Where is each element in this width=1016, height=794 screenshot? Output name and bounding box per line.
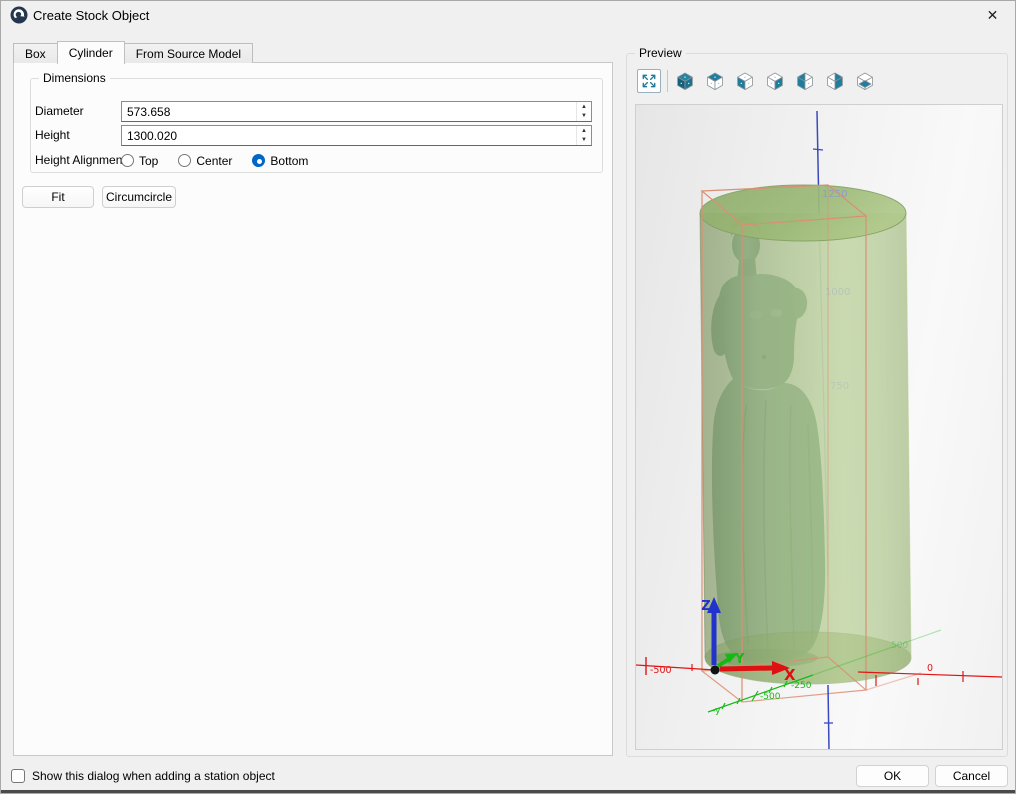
- spin-up-icon[interactable]: ▲: [577, 102, 591, 112]
- height-row: Height ▲ ▼: [31, 125, 602, 146]
- dimensions-groupbox: Dimensions Diameter ▲ ▼ Height ▲: [30, 78, 603, 173]
- alignment-top-radio[interactable]: Top: [121, 154, 158, 168]
- diameter-row: Diameter ▲ ▼: [31, 101, 602, 122]
- top-view-icon: [705, 71, 725, 91]
- z-neg-ruler: [824, 685, 833, 749]
- origin-point: [711, 666, 720, 675]
- show-dialog-label: Show this dialog when adding a station o…: [32, 769, 275, 783]
- cylinder-tab-page: Dimensions Diameter ▲ ▼ Height ▲: [13, 62, 613, 756]
- left-view-icon: [795, 71, 815, 91]
- diameter-input[interactable]: [121, 101, 592, 122]
- show-dialog-checkbox-row[interactable]: Show this dialog when adding a station o…: [11, 769, 275, 783]
- x-tick-neg500: -500: [650, 665, 672, 676]
- alignment-center-radio[interactable]: Center: [178, 154, 232, 168]
- preview-groupbox: Preview: [626, 53, 1008, 757]
- tab-bar: Box Cylinder From Source Model: [13, 41, 252, 63]
- front-view-button[interactable]: [735, 71, 755, 91]
- bottom-view-button[interactable]: [855, 71, 875, 91]
- tab-cylinder[interactable]: Cylinder: [57, 41, 125, 64]
- bottom-view-icon: [855, 71, 875, 91]
- tab-box[interactable]: Box: [13, 43, 58, 63]
- z-axis-label: Z: [701, 599, 710, 614]
- fit-view-icon: [640, 72, 658, 90]
- x-tick-0: 0: [927, 663, 933, 674]
- toolbar-separator: [667, 70, 668, 92]
- diameter-label: Diameter: [35, 104, 84, 118]
- title-bar: Create Stock Object ✕: [1, 1, 1015, 29]
- preview-legend: Preview: [635, 46, 686, 60]
- spin-down-icon[interactable]: ▼: [577, 112, 591, 122]
- height-input[interactable]: [121, 125, 592, 146]
- back-view-button[interactable]: [825, 71, 845, 91]
- height-label: Height: [35, 128, 70, 142]
- window-bottom-edge: [1, 790, 1015, 793]
- spin-down-icon[interactable]: ▼: [577, 136, 591, 146]
- fit-button[interactable]: Fit: [22, 186, 94, 208]
- height-alignment-row: Height Alignment Top Center Bottom: [31, 150, 602, 171]
- fit-view-button[interactable]: [637, 69, 661, 93]
- dimensions-legend: Dimensions: [39, 71, 110, 85]
- app-logo-icon: [10, 6, 28, 24]
- radio-circle-icon[interactable]: [121, 154, 134, 167]
- radio-circle-icon[interactable]: [178, 154, 191, 167]
- tab-from-source-model[interactable]: From Source Model: [124, 43, 253, 63]
- z-tick-1000: 1000: [825, 287, 850, 298]
- right-view-icon: [765, 71, 785, 91]
- y-tick-far-500: 500: [891, 641, 908, 651]
- preview-toolbar: [637, 68, 885, 94]
- window-title: Create Stock Object: [33, 8, 149, 23]
- front-view-icon: [735, 71, 755, 91]
- close-button[interactable]: ✕: [970, 1, 1015, 29]
- iso-view-icon: [675, 71, 695, 91]
- iso-view-button[interactable]: [675, 71, 695, 91]
- radio-circle-selected-icon[interactable]: [252, 154, 265, 167]
- checkbox-unchecked-icon[interactable]: [11, 769, 25, 783]
- neg-y-label: -y: [712, 706, 721, 716]
- right-view-button[interactable]: [765, 71, 785, 91]
- left-view-button[interactable]: [795, 71, 815, 91]
- create-stock-object-dialog: Create Stock Object ✕ Box Cylinder From …: [0, 0, 1016, 794]
- ok-button[interactable]: OK: [856, 765, 929, 787]
- height-spinner[interactable]: ▲ ▼: [576, 126, 591, 145]
- height-alignment-label: Height Alignment: [35, 153, 126, 167]
- y-axis-label: Y: [734, 652, 745, 667]
- y-tick-500: -500: [760, 692, 781, 702]
- x-axis-label: X: [784, 666, 796, 684]
- diameter-spinner[interactable]: ▲ ▼: [576, 102, 591, 121]
- stock-cylinder: [700, 185, 911, 684]
- cancel-button[interactable]: Cancel: [935, 765, 1008, 787]
- back-view-icon: [825, 71, 845, 91]
- z-tick-750: 750: [830, 381, 849, 392]
- circumcircle-button[interactable]: Circumcircle: [102, 186, 176, 208]
- alignment-bottom-radio[interactable]: Bottom: [252, 154, 308, 168]
- spin-up-icon[interactable]: ▲: [577, 126, 591, 136]
- 3d-scene: 1250 1000 750: [636, 105, 1002, 749]
- preview-viewport[interactable]: 1250 1000 750: [635, 104, 1003, 750]
- top-view-button[interactable]: [705, 71, 725, 91]
